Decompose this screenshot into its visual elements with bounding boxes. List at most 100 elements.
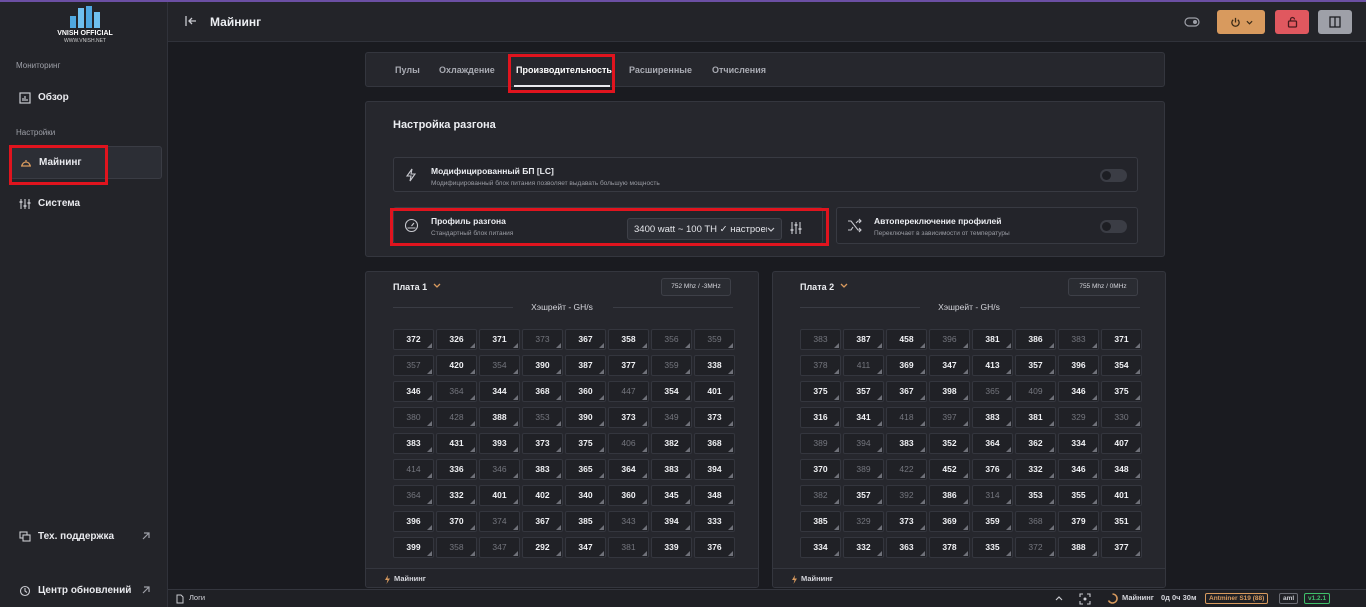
chevron-down-icon[interactable] — [433, 283, 441, 289]
chip-cell: 398 — [929, 381, 970, 402]
chip-cell: 370 — [436, 511, 477, 532]
chip-cell: 375 — [1101, 381, 1142, 402]
board-status: Майнинг — [801, 574, 833, 583]
collapse-sidebar-icon[interactable] — [184, 14, 198, 28]
update-icon — [19, 585, 31, 596]
chip-cell: 357 — [1015, 355, 1056, 376]
chip-cell: 401 — [479, 485, 520, 506]
chip-cell: 373 — [694, 407, 735, 428]
section-label-settings: Настройки — [16, 128, 56, 137]
panel-toggle-button[interactable] — [1318, 10, 1352, 34]
page-title: Майнинг — [210, 15, 262, 29]
chip-cell: 356 — [651, 329, 692, 350]
chevron-down-icon[interactable] — [840, 283, 848, 289]
chip-cell: 388 — [479, 407, 520, 428]
chip-cell: 326 — [436, 329, 477, 350]
shuffle-icon — [848, 218, 862, 233]
chip-cell: 375 — [800, 381, 841, 402]
chip-cell: 390 — [565, 407, 606, 428]
chip-cell: 422 — [886, 459, 927, 480]
chip-cell: 371 — [479, 329, 520, 350]
chip-cell: 396 — [1058, 355, 1099, 376]
chip-cell: 370 — [800, 459, 841, 480]
board-title[interactable]: Плата 1 — [393, 282, 427, 292]
sidebar-item-overview[interactable]: Обзор — [10, 81, 162, 114]
tab-advanced[interactable]: Расширенные — [629, 65, 692, 75]
theme-toggle-icon[interactable] — [1184, 16, 1200, 28]
chip-cell: 381 — [972, 329, 1013, 350]
chip-cell: 329 — [1058, 407, 1099, 428]
chip-cell: 335 — [972, 537, 1013, 558]
highlight-box-sidebar-mining — [9, 145, 108, 185]
sidebar: VNISH OFFICIAL WWW.VNISH.NET Мониторинг … — [0, 2, 168, 607]
chip-cell: 348 — [1101, 459, 1142, 480]
section-title: Настройка разгона — [393, 119, 496, 131]
tab-cooling[interactable]: Охлаждение — [439, 65, 495, 75]
chip-cell: 406 — [608, 433, 649, 454]
chip-cell: 344 — [479, 381, 520, 402]
board-frequency-badge: 752 Mhz / -3MHz — [661, 278, 731, 296]
sidebar-item-support[interactable]: Тех. поддержка — [10, 520, 162, 553]
chip-cell: 347 — [929, 355, 970, 376]
chevron-up-icon[interactable] — [1055, 596, 1063, 601]
power-menu-button[interactable] — [1217, 10, 1265, 34]
lock-button[interactable] — [1275, 10, 1309, 34]
chip-cell: 367 — [565, 329, 606, 350]
chip-cell: 381 — [1015, 407, 1056, 428]
auto-switch-card: Автопереключение профилей Переключает в … — [836, 207, 1138, 244]
auto-switch-subtitle: Переключает в зависимости от температуры — [874, 230, 1010, 237]
chip-cell: 369 — [929, 511, 970, 532]
tab-pools[interactable]: Пулы — [395, 65, 420, 75]
chart-icon — [19, 91, 31, 104]
chip-cell: 386 — [1015, 329, 1056, 350]
chip-cell: 359 — [651, 355, 692, 376]
chip-cell: 385 — [565, 511, 606, 532]
tab-fees[interactable]: Отчисления — [712, 65, 766, 75]
chip-cell: 393 — [479, 433, 520, 454]
sidebar-item-system[interactable]: Система — [10, 187, 162, 220]
chip-cell: 389 — [843, 459, 884, 480]
chip-cell: 371 — [1101, 329, 1142, 350]
chip-cell: 354 — [479, 355, 520, 376]
board-title[interactable]: Плата 2 — [800, 282, 834, 292]
chip-cell: 292 — [522, 537, 563, 558]
chip-cell: 401 — [1101, 485, 1142, 506]
sliders-icon — [19, 198, 31, 209]
chip-cell: 409 — [1015, 381, 1056, 402]
chip-cell: 447 — [608, 381, 649, 402]
chip-cell: 329 — [843, 511, 884, 532]
chip-cell: 407 — [1101, 433, 1142, 454]
power-icon — [1230, 17, 1240, 27]
chip-cell: 428 — [436, 407, 477, 428]
chip-cell: 420 — [436, 355, 477, 376]
chip-cell: 383 — [972, 407, 1013, 428]
chip-cell: 365 — [565, 459, 606, 480]
sidebar-item-updates[interactable]: Центр обновлений — [10, 574, 162, 607]
psu-mod-toggle[interactable] — [1100, 169, 1127, 182]
psu-mod-subtitle: Модифицированный блок питания позволяет … — [431, 180, 660, 187]
chip-cell: 362 — [1015, 433, 1056, 454]
chip-cell: 401 — [694, 381, 735, 402]
highlight-box-profile — [390, 208, 829, 246]
sidebar-item-label: Центр обновлений — [38, 585, 132, 596]
chip-cell: 373 — [522, 433, 563, 454]
chip-cell: 368 — [694, 433, 735, 454]
logs-button[interactable]: Логи — [189, 593, 205, 602]
sidebar-item-label: Тех. поддержка — [38, 531, 115, 542]
chip-cell: 359 — [694, 329, 735, 350]
chip-cell: 418 — [886, 407, 927, 428]
board-panel-1: Плата 1 752 Mhz / -3MHz Хэшрейт - GH/s 3… — [365, 271, 759, 588]
logo: VNISH OFFICIAL WWW.VNISH.NET — [50, 6, 120, 46]
psu-mod-title: Модифицированный БП [LC] — [431, 166, 554, 176]
chip-cell: 392 — [886, 485, 927, 506]
screenshot-icon[interactable] — [1079, 593, 1091, 605]
logo-url: WWW.VNISH.NET — [64, 38, 106, 44]
auto-switch-toggle[interactable] — [1100, 220, 1127, 233]
lightning-icon — [385, 575, 390, 584]
chip-cell: 394 — [843, 433, 884, 454]
chip-cell: 373 — [886, 511, 927, 532]
chip-cell: 396 — [929, 329, 970, 350]
chip-cell: 357 — [843, 381, 884, 402]
board-footer: Майнинг — [773, 568, 1165, 587]
chip-cell: 359 — [972, 511, 1013, 532]
